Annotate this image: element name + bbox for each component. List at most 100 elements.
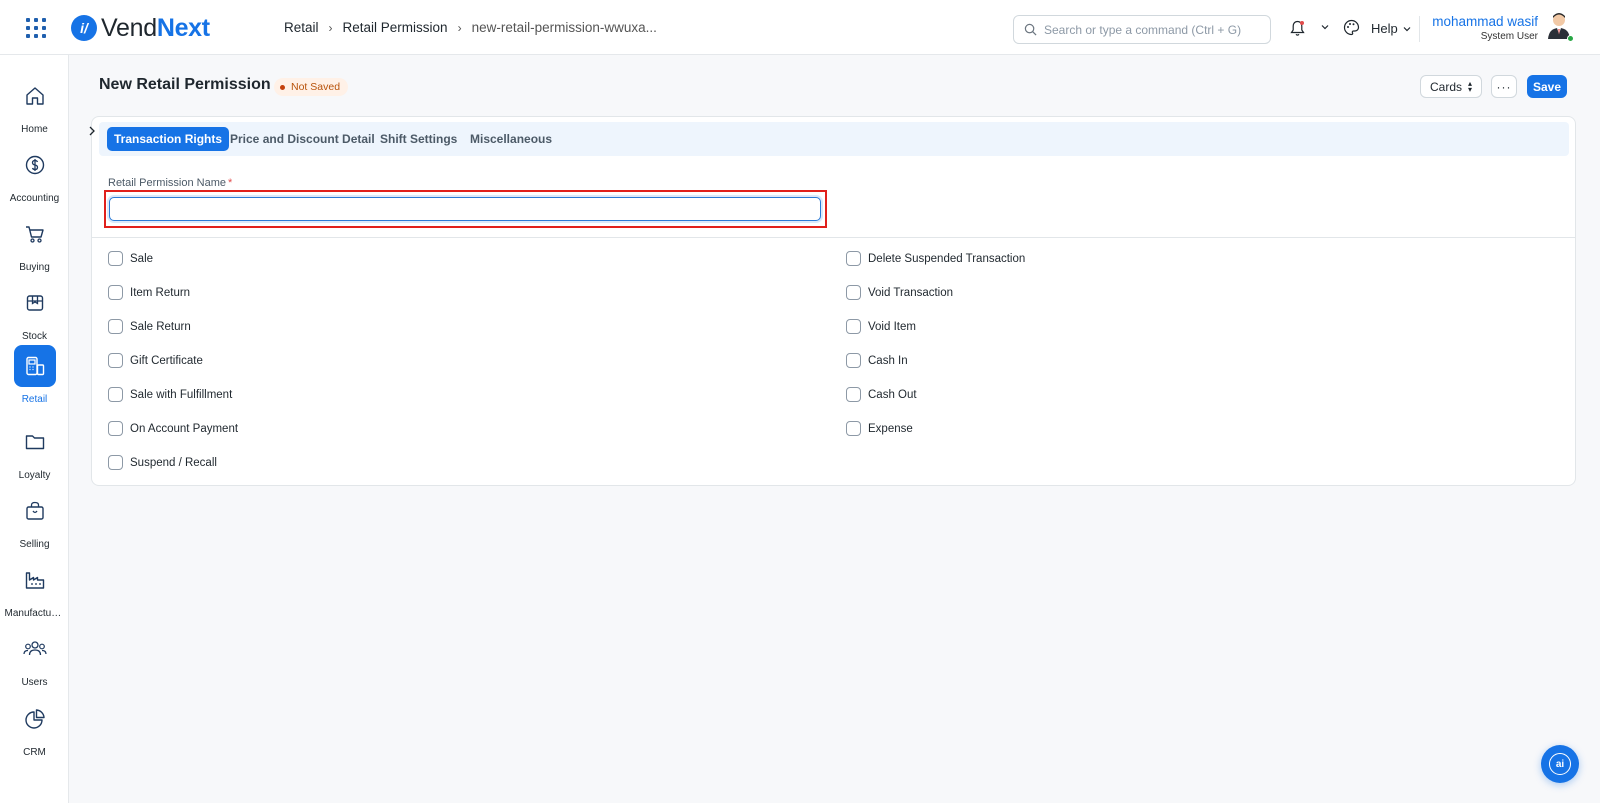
sidebar-item-buying[interactable]: Buying bbox=[0, 213, 69, 273]
help-label: Help bbox=[1371, 21, 1398, 36]
avatar[interactable] bbox=[1546, 12, 1574, 42]
checkbox-cash-out[interactable]: Cash Out bbox=[846, 387, 917, 402]
chevron-right-icon: › bbox=[328, 20, 333, 35]
sidebar-item-label: Accounting bbox=[9, 193, 60, 204]
checkbox-suspend-recall[interactable]: Suspend / Recall bbox=[108, 455, 217, 470]
tab-miscellaneous[interactable]: Miscellaneous bbox=[470, 127, 552, 151]
checkbox-gift-certificate[interactable]: Gift Certificate bbox=[108, 353, 203, 368]
user-name: mohammad wasif bbox=[1432, 14, 1538, 29]
notification-bell-icon[interactable] bbox=[1290, 20, 1305, 37]
checkbox-sale-return[interactable]: Sale Return bbox=[108, 319, 191, 334]
checkbox-box[interactable] bbox=[846, 285, 861, 300]
header-divider bbox=[1419, 16, 1420, 42]
save-button[interactable]: Save bbox=[1527, 75, 1567, 98]
checkbox-delete-suspended-transaction[interactable]: Delete Suspended Transaction bbox=[846, 251, 1025, 266]
sidebar-item-retail[interactable]: Retail bbox=[0, 345, 69, 405]
checkbox-item-return[interactable]: Item Return bbox=[108, 285, 190, 300]
sidebar-item-crm[interactable]: CRM bbox=[0, 698, 69, 758]
checkbox-void-item[interactable]: Void Item bbox=[846, 319, 916, 334]
sidebar-item-users[interactable]: Users bbox=[0, 628, 69, 688]
breadcrumb: Retail › Retail Permission › new-retail-… bbox=[284, 20, 657, 35]
select-arrows-icon: ▴ ▾ bbox=[1468, 78, 1473, 94]
checkbox-box[interactable] bbox=[846, 387, 861, 402]
sidebar-item-label: Loyalty bbox=[18, 470, 51, 481]
checkbox-box[interactable] bbox=[108, 455, 123, 470]
checkbox-box[interactable] bbox=[108, 353, 123, 368]
cart-icon bbox=[14, 213, 56, 255]
checkbox-sale-with-fulfillment[interactable]: Sale with Fulfillment bbox=[108, 387, 232, 402]
status-text: Not Saved bbox=[291, 81, 341, 93]
shopping-bag-icon bbox=[14, 490, 56, 532]
checkbox-cash-in[interactable]: Cash In bbox=[846, 353, 908, 368]
help-menu[interactable]: Help bbox=[1371, 21, 1412, 36]
checkbox-box[interactable] bbox=[108, 251, 123, 266]
section-divider bbox=[91, 237, 1576, 238]
logo-wordmark: VendNext bbox=[101, 13, 210, 42]
page-title: New Retail Permission bbox=[99, 76, 271, 93]
checkbox-box[interactable] bbox=[846, 319, 861, 334]
logo-mark-icon: i/ bbox=[71, 15, 97, 41]
sidebar-item-label: Selling bbox=[19, 539, 50, 550]
tab-shift-settings[interactable]: Shift Settings bbox=[380, 127, 457, 151]
sidebar-item-label: Stock bbox=[21, 331, 47, 342]
sidebar-item-label: Manufacturing bbox=[4, 608, 65, 619]
tab-transaction-rights[interactable]: Transaction Rights bbox=[107, 127, 230, 151]
retail-permission-name-input[interactable] bbox=[109, 197, 821, 221]
sidebar-item-selling[interactable]: Selling bbox=[0, 490, 69, 550]
theme-palette-icon[interactable] bbox=[1343, 19, 1360, 36]
app-logo[interactable]: i/ VendNext bbox=[71, 14, 210, 42]
sidebar-item-home[interactable]: Home bbox=[0, 75, 69, 135]
checkbox-box[interactable] bbox=[846, 251, 861, 266]
view-label: Cards bbox=[1429, 79, 1462, 94]
folder-icon bbox=[14, 421, 56, 463]
sidebar-item-label: Users bbox=[21, 677, 48, 688]
breadcrumb-retail-permission[interactable]: Retail Permission bbox=[343, 20, 448, 35]
sidebar-item-stock[interactable]: Stock bbox=[0, 282, 69, 342]
checkbox-box[interactable] bbox=[108, 319, 123, 334]
box-icon bbox=[14, 282, 56, 324]
checkbox-sale[interactable]: Sale bbox=[108, 251, 153, 266]
chevron-right-icon: › bbox=[457, 20, 462, 35]
ai-icon: ai bbox=[1549, 753, 1571, 775]
checkbox-on-account-payment[interactable]: On Account Payment bbox=[108, 421, 238, 436]
sidebar: Home Accounting Buying Stock Retail Loya… bbox=[0, 55, 69, 803]
form-card bbox=[91, 116, 1576, 486]
search-bar[interactable] bbox=[1013, 15, 1271, 44]
user-info[interactable]: mohammad wasif System User bbox=[1432, 14, 1538, 42]
required-mark: * bbox=[227, 177, 233, 189]
checkbox-box[interactable] bbox=[108, 421, 123, 436]
view-switcher-button[interactable]: Cards ▴ ▾ bbox=[1420, 75, 1482, 98]
chevron-down-icon bbox=[1403, 26, 1411, 31]
apps-grid-icon[interactable] bbox=[26, 18, 46, 38]
sidebar-item-label: Retail bbox=[21, 394, 48, 405]
ai-assistant-button[interactable]: ai bbox=[1541, 745, 1579, 783]
sidebar-item-loyalty[interactable]: Loyalty bbox=[0, 421, 69, 481]
sidebar-item-label: CRM bbox=[23, 747, 46, 758]
retail-permission-name-label: Retail Permission Name * bbox=[108, 177, 233, 189]
checkbox-box[interactable] bbox=[846, 353, 861, 368]
online-status-dot bbox=[1567, 35, 1574, 42]
home-icon bbox=[14, 75, 56, 117]
pie-chart-icon bbox=[14, 698, 56, 740]
more-actions-button[interactable]: ··· bbox=[1491, 75, 1517, 98]
chevron-down-icon[interactable] bbox=[1320, 22, 1330, 32]
checkbox-box[interactable] bbox=[846, 421, 861, 436]
user-role: System User bbox=[1480, 31, 1538, 42]
checkbox-void-transaction[interactable]: Void Transaction bbox=[846, 285, 953, 300]
search-input[interactable] bbox=[1044, 22, 1254, 37]
search-icon bbox=[1024, 23, 1037, 36]
sidebar-item-manufacturing[interactable]: Manufacturing bbox=[0, 559, 69, 619]
top-bar: i/ VendNext Retail › Retail Permission ›… bbox=[0, 0, 1600, 55]
pos-icon bbox=[13, 345, 56, 387]
breadcrumb-retail[interactable]: Retail bbox=[284, 20, 319, 35]
users-icon bbox=[14, 628, 56, 670]
status-dot bbox=[280, 84, 285, 90]
tab-price-and-discount-detail[interactable]: Price and Discount Detail bbox=[230, 127, 375, 151]
sidebar-item-accounting[interactable]: Accounting bbox=[0, 144, 69, 204]
factory-icon bbox=[14, 559, 56, 601]
checkbox-box[interactable] bbox=[108, 285, 123, 300]
checkbox-expense[interactable]: Expense bbox=[846, 421, 913, 436]
chevron-right-icon[interactable] bbox=[85, 121, 99, 141]
checkbox-box[interactable] bbox=[108, 387, 123, 402]
dollar-icon bbox=[14, 144, 56, 186]
